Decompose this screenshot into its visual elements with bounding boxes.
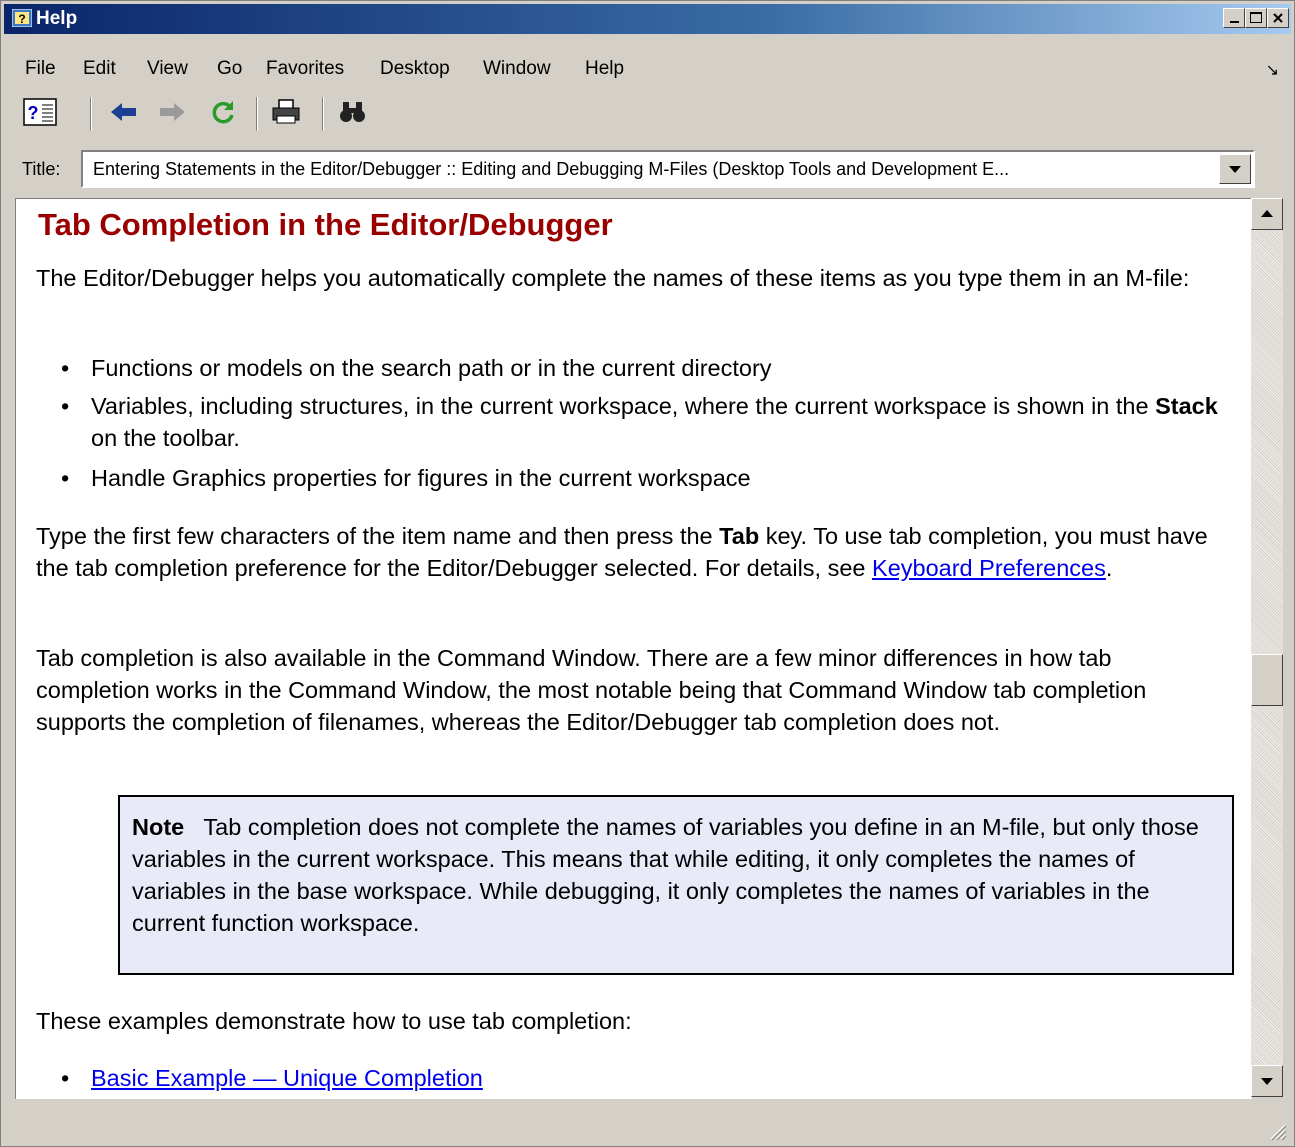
maximize-button[interactable] [1245,8,1267,28]
bullet-icon: • [61,393,70,419]
toolbar-separator [322,97,324,131]
refresh-button[interactable] [207,97,239,127]
menu-edit[interactable]: Edit [83,58,116,80]
title-bar[interactable]: ? Help [4,4,1291,34]
paragraph-text: . [1105,555,1113,581]
title-dropdown-button[interactable] [1219,154,1251,184]
toolbar-separator [90,97,92,131]
scroll-up-button[interactable] [1251,198,1283,230]
title-row: Title: Entering Statements in the Editor… [4,149,1291,189]
list-item: • Handle Graphics properties for figures… [61,462,1221,494]
intro-paragraph: The Editor/Debugger helps you automatica… [36,265,1190,291]
bullet-icon: • [61,465,70,491]
bullet-icon: • [61,1065,70,1091]
note-text: Note Tab completion does not complete th… [132,811,1217,939]
examples-paragraph: These examples demonstrate how to use ta… [36,1008,632,1034]
forward-button[interactable] [156,97,188,127]
menu-go[interactable]: Go [217,58,242,80]
chevron-down-icon [1261,1078,1273,1085]
command-window-paragraph: Tab completion is also available in the … [36,645,1147,735]
tab-term: Tab [719,523,760,549]
resize-grip-icon[interactable] [1267,1121,1287,1141]
minimize-button[interactable] [1223,8,1245,28]
help-navigator-button[interactable]: ? [22,97,58,127]
list-item-text: Functions or models on the search path o… [91,355,772,381]
list-item-text: Variables, including structures, in the … [91,393,1156,419]
keyboard-preferences-link[interactable]: Keyboard Preferences [872,555,1106,581]
menu-help[interactable]: Help [585,58,624,80]
close-icon [1273,13,1283,23]
find-icon [340,102,365,122]
note-body: Tab completion does not complete the nam… [132,814,1199,936]
note-label: Note [132,814,185,840]
print-icon [272,99,300,124]
maximize-icon [1250,12,1262,23]
forward-icon [160,103,185,121]
menu-view[interactable]: View [147,58,188,80]
toolbar-separator [256,97,258,131]
back-button[interactable] [108,97,140,127]
list-item-text: on the toolbar. [91,425,240,451]
chevron-down-icon [1229,166,1241,173]
menu-favorites[interactable]: Favorites [266,58,344,80]
list-item-text: Handle Graphics properties for figures i… [91,465,751,491]
title-dropdown[interactable]: Entering Statements in the Editor/Debugg… [81,150,1255,188]
vertical-scrollbar[interactable] [1251,198,1283,1097]
basic-example-link[interactable]: Basic Example — Unique Completion [91,1065,483,1091]
status-bar [4,1103,1291,1143]
help-navigator-icon: ? [23,98,57,126]
list-item: • Basic Example — Unique Completion [61,1062,1221,1094]
chevron-up-icon [1261,210,1273,217]
note-box: Note Tab completion does not complete th… [118,795,1234,975]
help-app-icon: ? [12,9,32,27]
svg-text:?: ? [28,103,39,123]
help-content-pane[interactable]: Tab Completion in the Editor/Debugger Th… [15,198,1252,1099]
menu-window[interactable]: Window [483,58,551,80]
title-dropdown-value: Entering Statements in the Editor/Debugg… [93,159,1010,179]
menu-desktop[interactable]: Desktop [380,58,450,80]
toolbar: ? [4,93,1291,133]
close-button[interactable] [1267,8,1289,28]
undock-arrow-icon[interactable]: ↘ [1266,60,1279,80]
find-button[interactable] [337,97,369,127]
help-window: ? Help File Edit View Go Favorites Deskt… [0,0,1295,1147]
stack-term: Stack [1155,393,1218,419]
print-button[interactable] [270,97,302,127]
page-heading: Tab Completion in the Editor/Debugger [38,207,613,242]
list-item: • Variables, including structures, in th… [61,390,1221,454]
scrollbar-thumb[interactable] [1251,654,1283,706]
svg-text:?: ? [18,12,25,26]
menu-file[interactable]: File [25,58,56,80]
title-label: Title: [22,159,61,179]
refresh-icon [212,101,234,124]
list-item: • Functions or models on the search path… [61,352,1221,384]
scroll-down-button[interactable] [1251,1065,1283,1097]
tab-key-paragraph: Type the first few characters of the ite… [36,520,1221,584]
minimize-icon [1229,21,1239,23]
window-title: Help [36,8,78,29]
paragraph-text: Type the first few characters of the ite… [36,523,720,549]
menu-bar: File Edit View Go Favorites Desktop Wind… [4,56,1291,84]
bullet-icon: • [61,355,70,381]
back-icon [111,103,136,121]
